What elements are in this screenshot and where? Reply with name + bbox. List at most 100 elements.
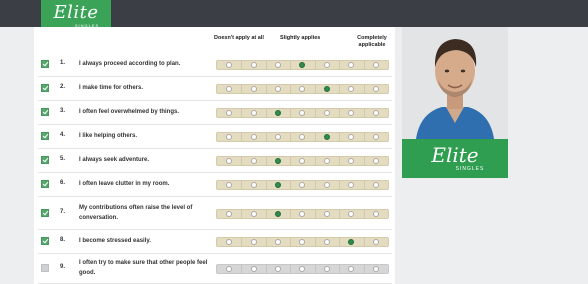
rating-option[interactable] [348, 158, 354, 164]
rating-option[interactable] [348, 134, 354, 140]
rating-option[interactable] [275, 86, 281, 92]
rating-option[interactable] [373, 266, 379, 272]
question-row: 4. I like helping others. [38, 125, 392, 149]
rating-option[interactable] [226, 62, 232, 68]
rating-option[interactable] [251, 134, 257, 140]
man-portrait-image [402, 27, 508, 139]
scale-divider [241, 210, 242, 218]
rating-option[interactable] [226, 110, 232, 116]
rating-option[interactable] [226, 266, 232, 272]
question-number: 2. [60, 84, 66, 90]
rating-option[interactable] [348, 211, 354, 217]
rating-option[interactable] [275, 266, 281, 272]
rating-option[interactable] [348, 266, 354, 272]
answered-checkbox-icon [41, 264, 49, 272]
rating-scale[interactable] [216, 264, 389, 274]
rating-option[interactable] [324, 158, 330, 164]
rating-option[interactable] [275, 62, 281, 68]
rating-option[interactable] [299, 211, 305, 217]
rating-option[interactable] [373, 110, 379, 116]
rating-scale[interactable] [216, 132, 389, 142]
scale-divider [290, 85, 291, 93]
question-row: 5. I always seek adventure. [38, 149, 392, 173]
rating-option[interactable] [251, 62, 257, 68]
rating-option[interactable] [324, 211, 330, 217]
rating-option[interactable] [299, 158, 305, 164]
rating-option[interactable] [373, 158, 379, 164]
scale-divider [315, 210, 316, 218]
rating-option-selected[interactable] [324, 134, 330, 140]
rating-option[interactable] [324, 239, 330, 245]
answered-checkbox-icon [41, 108, 49, 116]
scale-divider [315, 85, 316, 93]
rating-scale[interactable] [216, 108, 389, 118]
rating-option[interactable] [226, 239, 232, 245]
rating-option[interactable] [324, 110, 330, 116]
rating-scale[interactable] [216, 60, 389, 70]
rating-option[interactable] [299, 182, 305, 188]
scale-divider [266, 181, 267, 189]
rating-option[interactable] [324, 182, 330, 188]
scale-divider [339, 85, 340, 93]
profile-card: Elite SINGLES [402, 27, 508, 178]
rating-option[interactable] [251, 158, 257, 164]
rating-option[interactable] [251, 239, 257, 245]
rating-option[interactable] [299, 134, 305, 140]
rating-option[interactable] [373, 62, 379, 68]
rating-option[interactable] [251, 211, 257, 217]
rating-scale[interactable] [216, 209, 389, 219]
rating-option[interactable] [373, 86, 379, 92]
rating-option-selected[interactable] [299, 62, 305, 68]
question-text: I always proceed according to plan. [79, 61, 181, 67]
scale-divider [266, 238, 267, 246]
rating-option[interactable] [299, 110, 305, 116]
rating-option[interactable] [348, 110, 354, 116]
question-row: 3. I often feel overwhelmed by things. [38, 101, 392, 125]
rating-option[interactable] [299, 86, 305, 92]
rating-option[interactable] [348, 62, 354, 68]
rating-option[interactable] [226, 182, 232, 188]
scale-divider [364, 133, 365, 141]
scale-divider [241, 181, 242, 189]
rating-option[interactable] [348, 86, 354, 92]
scale-divider [339, 157, 340, 165]
rating-option[interactable] [373, 211, 379, 217]
rating-option-selected[interactable] [348, 239, 354, 245]
scale-divider [290, 61, 291, 69]
rating-option[interactable] [226, 158, 232, 164]
rating-option[interactable] [226, 211, 232, 217]
scale-divider [241, 85, 242, 93]
rating-option-selected[interactable] [324, 86, 330, 92]
question-text: I make time for others. [79, 85, 144, 91]
rating-option[interactable] [275, 239, 281, 245]
rating-option[interactable] [299, 239, 305, 245]
rating-scale[interactable] [216, 237, 389, 247]
question-number: 8. [60, 237, 66, 243]
rating-option[interactable] [251, 182, 257, 188]
rating-option[interactable] [324, 266, 330, 272]
rating-option-selected[interactable] [275, 158, 281, 164]
rating-option[interactable] [251, 266, 257, 272]
rating-option[interactable] [226, 134, 232, 140]
question-number: 4. [60, 132, 66, 138]
rating-option[interactable] [373, 239, 379, 245]
rating-option[interactable] [348, 182, 354, 188]
rating-option[interactable] [251, 86, 257, 92]
rating-option[interactable] [324, 62, 330, 68]
question-number: 9. [60, 264, 66, 270]
rating-option[interactable] [373, 134, 379, 140]
rating-option[interactable] [226, 86, 232, 92]
question-row: 6. I often leave clutter in my room. [38, 173, 392, 197]
rating-option[interactable] [275, 134, 281, 140]
rating-option[interactable] [299, 266, 305, 272]
scale-divider [364, 157, 365, 165]
rating-scale[interactable] [216, 156, 389, 166]
rating-option-selected[interactable] [275, 211, 281, 217]
rating-option[interactable] [251, 110, 257, 116]
scale-divider [290, 109, 291, 117]
rating-option[interactable] [373, 182, 379, 188]
rating-scale[interactable] [216, 84, 389, 94]
rating-option-selected[interactable] [275, 182, 281, 188]
rating-option-selected[interactable] [275, 110, 281, 116]
rating-scale[interactable] [216, 180, 389, 190]
